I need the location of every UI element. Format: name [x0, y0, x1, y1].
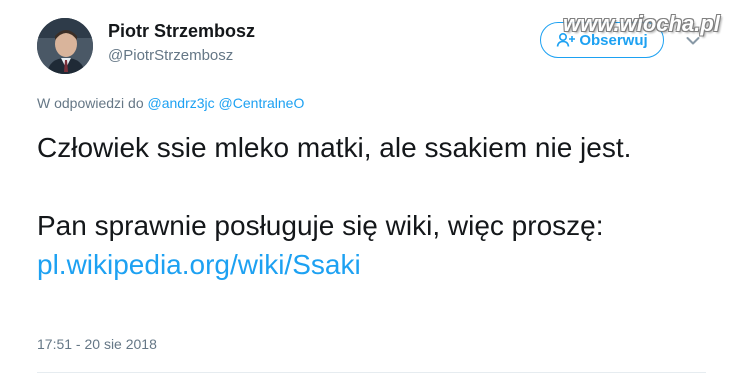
author-handle[interactable]: @PiotrStrzembosz — [108, 47, 233, 64]
watermark: www.wiocha.pl — [563, 11, 720, 36]
reply-context: W odpowiedzi do @andrz3jc @CentralneO — [37, 95, 304, 111]
tweet-timestamp[interactable]: 17:51 - 20 sie 2018 — [37, 336, 157, 352]
tweet-text: Człowiek ssie mleko matki, ale ssakiem n… — [37, 128, 727, 284]
author-name[interactable]: Piotr Strzembosz — [108, 21, 255, 42]
tweet-paragraph: Człowiek ssie mleko matki, ale ssakiem n… — [37, 132, 632, 163]
paragraph-spacer — [37, 167, 727, 206]
reply-prefix: W odpowiedzi do — [37, 95, 144, 111]
tweet-paragraph: Pan sprawnie posługuje się wiki, więc pr… — [37, 210, 604, 241]
tweet-link[interactable]: pl.wikipedia.org/wiki/Ssaki — [37, 249, 361, 280]
mention-link[interactable]: @andrz3jc — [148, 95, 215, 111]
avatar[interactable] — [37, 18, 93, 74]
chevron-down-icon[interactable] — [686, 36, 700, 46]
mention-link[interactable]: @CentralneO — [219, 95, 305, 111]
avatar-photo — [37, 18, 93, 74]
divider — [37, 372, 706, 373]
